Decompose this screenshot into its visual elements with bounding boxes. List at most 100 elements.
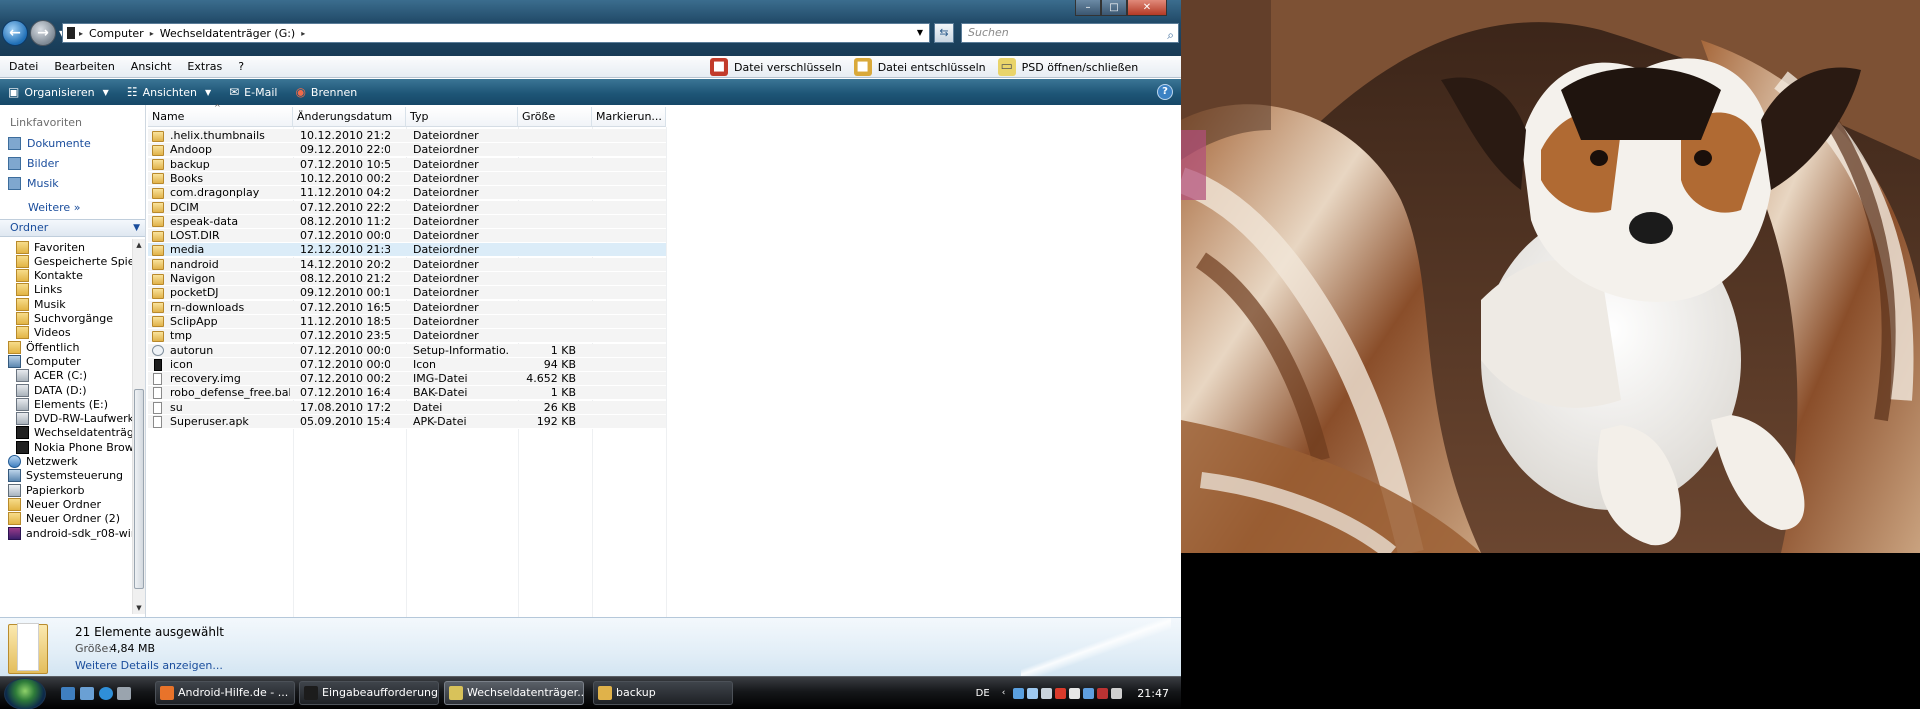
column-header-name[interactable]: Name (148, 98, 293, 127)
help-button[interactable]: ? (1157, 84, 1173, 100)
folder-tree-item[interactable]: android-sdk_r08-wir (8, 525, 135, 541)
address-dropdown-icon[interactable]: ▼ (913, 25, 927, 41)
file-date-cell: 09.12.2010 00:19 (300, 286, 390, 300)
column-header-size[interactable]: Größe (518, 107, 592, 127)
breadcrumb-removable-drive[interactable]: Wechseldatenträger (G:) (160, 27, 296, 40)
app-icon (598, 686, 612, 700)
psd-toggle-button[interactable]: ▭ PSD öffnen/schließen (997, 58, 1138, 76)
clock[interactable]: 21:47 (1137, 687, 1169, 700)
file-row[interactable]: su 17.08.2010 17:27 Datei 26 KB (148, 400, 666, 415)
file-row[interactable]: SclipApp 11.12.2010 18:57 Dateiordner (148, 314, 666, 329)
breadcrumb-separator[interactable]: ▸ (301, 29, 305, 38)
file-row[interactable]: autorun 07.12.2010 00:08 Setup-Informatio.… (148, 343, 666, 358)
maximize-button[interactable]: □ (1101, 0, 1127, 16)
file-row[interactable]: LOST.DIR 07.12.2010 00:08 Dateiordner (148, 229, 666, 244)
close-button[interactable]: ✕ (1127, 0, 1167, 16)
breadcrumb-computer[interactable]: Computer (89, 27, 144, 40)
file-row[interactable]: com.dragonplay 11.12.2010 04:20 Dateiordne… (148, 186, 666, 201)
breadcrumb-separator[interactable]: ▸ (150, 29, 154, 38)
file-name: backup (170, 157, 210, 171)
file-row[interactable]: recovery.img 07.12.2010 00:22 IMG-Datei 4.6… (148, 372, 666, 387)
safely-remove-hardware-icon[interactable] (1041, 687, 1053, 699)
file-row[interactable]: tmp 07.12.2010 23:50 Dateiordner (148, 329, 666, 344)
taskbar-button[interactable]: Wechseldatenträger... (444, 681, 584, 705)
breadcrumb-separator[interactable]: ▸ (79, 29, 83, 38)
menu-help[interactable]: ? (230, 60, 252, 73)
email-button[interactable]: ✉ E-Mail (229, 85, 277, 99)
file-row[interactable]: Navigon 08.12.2010 21:29 Dateiordner (148, 272, 666, 286)
file-row[interactable]: .helix.thumbnails 10.12.2010 21:24 Dateior… (148, 129, 666, 143)
menu-view[interactable]: Ansicht (123, 60, 180, 73)
file-row[interactable]: Andoop 09.12.2010 22:04 Dateiordner (148, 143, 666, 158)
file-row[interactable]: robo_defense_free.bak 07.12.2010 16:43 BAK… (148, 386, 666, 401)
file-row[interactable]: nandroid 14.12.2010 20:20 Dateiordner (148, 257, 666, 272)
scroll-down-icon[interactable]: ▼ (133, 602, 145, 614)
show-desktop-icon[interactable] (61, 687, 75, 700)
file-row[interactable]: rn-downloads 07.12.2010 16:51 Dateiordner (148, 300, 666, 315)
organize-button[interactable]: ▣ Organisieren ▼ (8, 85, 109, 99)
folder-icon (152, 330, 164, 342)
favorite-link-documents[interactable]: Dokumente (8, 137, 91, 150)
more-favorites-link[interactable]: Weitere » (28, 201, 80, 214)
start-button[interactable] (4, 678, 46, 709)
network-icon[interactable] (1013, 687, 1025, 699)
menu-tools[interactable]: Extras (179, 60, 230, 73)
views-button[interactable]: ☷ Ansichten ▼ (127, 85, 211, 99)
show-more-details-link[interactable]: Weitere Details anzeigen... (75, 659, 223, 672)
internet-explorer-icon[interactable] (99, 687, 113, 700)
burn-button[interactable]: ◉ Brennen (295, 85, 357, 99)
file-row[interactable]: icon 07.12.2010 00:08 Icon 94 KB (148, 357, 666, 372)
drive-icon (67, 27, 75, 39)
file-row[interactable]: Books 10.12.2010 00:28 Dateiordner (148, 171, 666, 186)
antivirus-icon[interactable] (1055, 687, 1067, 699)
security-alert-icon[interactable] (1097, 687, 1109, 699)
search-input[interactable]: Suchen ⌕ (961, 23, 1179, 43)
file-name-cell: DCIM (152, 201, 290, 215)
device-icon (16, 440, 29, 454)
power-icon[interactable] (1069, 687, 1081, 699)
show-hidden-icons-icon[interactable]: ‹ (1002, 688, 1006, 698)
taskbar-button[interactable]: backup (593, 681, 733, 705)
file-size-cell: 26 KB (543, 400, 576, 414)
quicklaunch-overflow-icon[interactable] (117, 687, 131, 700)
language-indicator[interactable]: DE (976, 688, 990, 699)
file-row[interactable]: backup 07.12.2010 10:53 Dateiordner (148, 157, 666, 172)
file-name-cell: robo_defense_free.bak (152, 386, 290, 400)
decrypt-file-button[interactable]: ■ Datei entschlüsseln (853, 58, 986, 76)
refresh-button[interactable]: ⇆ (934, 23, 954, 43)
search-icon[interactable]: ⌕ (1167, 26, 1174, 44)
folder-tree-label: Kontakte (34, 269, 83, 283)
volume-icon[interactable] (1111, 687, 1123, 699)
file-date-cell: 14.12.2010 20:20 (300, 257, 390, 271)
taskbar-button[interactable]: Eingabeaufforderung (299, 681, 439, 705)
file-row[interactable]: pocketDJ 09.12.2010 00:19 Dateiordner (148, 286, 666, 301)
minimize-button[interactable]: – (1075, 0, 1101, 16)
folders-header[interactable]: Ordner ▼ (0, 219, 145, 237)
encrypt-file-button[interactable]: ■ Datei verschlüsseln (710, 58, 842, 76)
switch-windows-icon[interactable] (80, 687, 94, 700)
menu-file[interactable]: Datei (0, 60, 46, 73)
address-bar[interactable]: ▸ Computer ▸ Wechseldatenträger (G:) ▸ ▼ (62, 23, 930, 43)
scrollbar-thumb[interactable] (134, 389, 144, 589)
file-row[interactable]: Superuser.apk 05.09.2010 15:47 APK-Datei 19… (148, 415, 666, 429)
back-button[interactable]: ← (2, 20, 28, 46)
column-header-date[interactable]: Änderungsdatum (293, 107, 406, 127)
column-header-type[interactable]: Typ (406, 107, 518, 127)
file-date-cell: 07.12.2010 10:53 (300, 157, 390, 171)
file-row[interactable]: espeak-data 08.12.2010 11:25 Dateiordner (148, 214, 666, 229)
file-row[interactable]: media 12.12.2010 21:33 Dateiordner (148, 243, 666, 258)
scroll-up-icon[interactable]: ▲ (133, 239, 145, 251)
column-header-tags[interactable]: Markierun... (592, 107, 666, 127)
wireless-icon[interactable] (1083, 687, 1095, 699)
menu-edit[interactable]: Bearbeiten (46, 60, 122, 73)
folder-tree-scrollbar[interactable]: ▲ ▼ (132, 239, 145, 614)
file-name-cell: rn-downloads (152, 301, 290, 315)
computer-icon (8, 354, 21, 368)
favorite-link-pictures[interactable]: Bilder (8, 157, 59, 170)
favorite-link-music[interactable]: Musik (8, 177, 59, 190)
taskbar-button[interactable]: Android-Hilfe.de - ... (155, 681, 295, 705)
folder-tree-label: Gespeicherte Spiel (34, 254, 138, 268)
file-row[interactable]: DCIM 07.12.2010 22:21 Dateiordner (148, 200, 666, 215)
bluetooth-icon[interactable] (1027, 687, 1039, 699)
forward-button[interactable]: → (30, 20, 56, 46)
